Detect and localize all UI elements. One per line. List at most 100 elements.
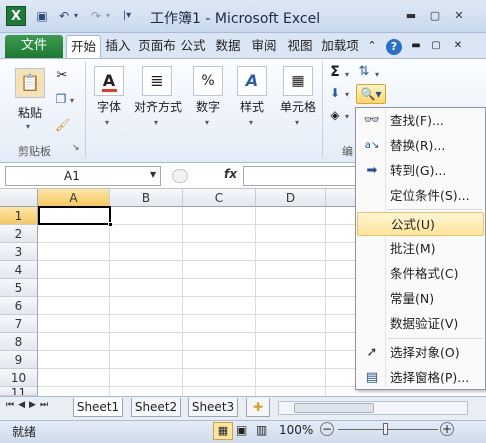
row-header-11[interactable]: 11 (0, 387, 38, 396)
name-box[interactable]: A1 (5, 166, 161, 186)
menu-item-conditional-formatting[interactable]: 条件格式(C) (357, 262, 484, 286)
sheet-nav-icons[interactable]: ⏮◀▶⏭ (6, 400, 52, 410)
menu-item-data-validation[interactable]: 数据验证(V) (357, 312, 484, 336)
row-header-10[interactable]: 10 (0, 369, 38, 387)
page-break-view-icon[interactable]: ▥ (256, 423, 267, 437)
column-header-d[interactable]: D (256, 189, 326, 207)
tab-formulas[interactable]: 公式 (178, 35, 208, 58)
close-icon[interactable]: ✕ (450, 8, 468, 24)
row-header-4[interactable]: 4 (0, 261, 38, 279)
menu-item-select-objects[interactable]: ➚ 选择对象(O) (357, 341, 484, 365)
fill-icon[interactable]: ⬇ (328, 86, 342, 100)
number-label[interactable]: 数字 (190, 98, 226, 115)
sheet-tab-2[interactable]: Sheet2 (131, 398, 181, 417)
align-icon[interactable]: ≣ (142, 66, 172, 96)
name-box-dropdown-icon[interactable]: ▼ (150, 170, 156, 179)
column-header-b[interactable]: B (110, 189, 183, 207)
copy-icon[interactable]: ❐ (54, 92, 68, 106)
autosum-caret-icon[interactable]: ▾ (345, 70, 349, 79)
select-all-corner[interactable] (0, 189, 38, 207)
font-caret-icon[interactable]: ▾ (105, 118, 109, 127)
menu-item-replace[interactable]: a↘ 替换(R)... (357, 134, 484, 158)
expand-icon[interactable] (172, 169, 188, 183)
paste-label[interactable]: 粘贴 (15, 104, 45, 121)
menu-item-constants[interactable]: 常量(N) (357, 287, 484, 311)
tab-data[interactable]: 数据 (213, 35, 243, 58)
paste-caret-icon[interactable]: ▾ (26, 122, 30, 131)
format-painter-icon[interactable]: 🖌 (55, 118, 70, 132)
redo-dropdown-icon[interactable]: ▾ (99, 7, 117, 25)
clipboard-launcher-icon[interactable]: ↘ (72, 143, 80, 153)
menu-item-formulas[interactable]: 公式(U) (357, 212, 484, 236)
row-header-1[interactable]: 1 (0, 207, 38, 225)
zoom-level[interactable]: 100% (279, 423, 313, 437)
column-header-a[interactable]: A (38, 189, 110, 207)
clear-caret-icon[interactable]: ▾ (345, 112, 349, 121)
paste-icon[interactable]: 📋 (15, 68, 45, 98)
row-header-2[interactable]: 2 (0, 225, 38, 243)
normal-view-icon[interactable]: ▦ (213, 422, 233, 440)
insert-function-icon[interactable]: fx (224, 167, 237, 181)
sheet-tab-3[interactable]: Sheet3 (188, 398, 238, 417)
window-minimize-icon[interactable]: ▬ (408, 35, 424, 58)
number-caret-icon[interactable]: ▾ (205, 118, 209, 127)
help-icon[interactable]: ? (384, 35, 404, 58)
zoom-slider[interactable] (338, 429, 438, 430)
menu-item-goto[interactable]: ➡ 转到(G)... (357, 159, 484, 183)
styles-caret-icon[interactable]: ▾ (249, 118, 253, 127)
row-header-8[interactable]: 8 (0, 333, 38, 351)
minimize-ribbon-icon[interactable]: ⌃ (365, 35, 379, 58)
tab-addins[interactable]: 加载项 (320, 35, 360, 58)
cells-caret-icon[interactable]: ▾ (295, 118, 299, 127)
cells-icon[interactable]: ▦ (283, 66, 313, 96)
undo-dropdown-icon[interactable]: ▾ (67, 7, 85, 25)
zoom-out-icon[interactable]: − (320, 422, 334, 436)
column-header-c[interactable]: C (183, 189, 256, 207)
customize-qat-icon[interactable]: |▾ (118, 7, 136, 25)
row-header-6[interactable]: 6 (0, 297, 38, 315)
sheet-tab-1[interactable]: Sheet1 (73, 398, 123, 417)
cells-label[interactable]: 单元格 (274, 98, 322, 115)
menu-item-find[interactable]: 👓 查找(F)... (357, 109, 484, 133)
tab-review[interactable]: 审阅 (249, 35, 279, 58)
tab-page-layout[interactable]: 页面布 (137, 35, 177, 58)
autosum-icon[interactable]: Σ (328, 64, 342, 80)
row-header-5[interactable]: 5 (0, 279, 38, 297)
zoom-slider-handle[interactable] (383, 423, 388, 435)
row-header-7[interactable]: 7 (0, 315, 38, 333)
minimize-icon[interactable]: ▬ (402, 8, 420, 24)
styles-icon[interactable]: A (237, 66, 267, 96)
tab-home[interactable]: 开始 (66, 35, 101, 58)
sort-caret-icon[interactable]: ▾ (375, 70, 379, 79)
tab-insert[interactable]: 插入 (103, 35, 133, 58)
menu-item-goto-special[interactable]: 定位条件(S)... (357, 184, 484, 208)
restore-icon[interactable]: ▢ (426, 8, 444, 24)
styles-label[interactable]: 样式 (233, 98, 271, 115)
font-label[interactable]: 字体 (90, 98, 128, 115)
font-icon[interactable]: A (94, 66, 124, 96)
window-restore-icon[interactable]: ▢ (428, 35, 444, 58)
fill-caret-icon[interactable]: ▾ (345, 90, 349, 99)
zoom-in-icon[interactable]: + (440, 422, 454, 436)
menu-item-comments[interactable]: 批注(M) (357, 237, 484, 261)
insert-sheet-icon[interactable]: ✚ (246, 398, 270, 417)
fill-handle[interactable] (108, 222, 113, 227)
excel-app-icon[interactable]: X (6, 6, 26, 26)
find-select-button[interactable]: 🔍▾ (356, 84, 386, 104)
page-layout-view-icon[interactable]: ▣ (236, 423, 247, 437)
percent-icon[interactable]: % (193, 66, 223, 96)
scrollbar-thumb[interactable] (294, 403, 374, 413)
align-label[interactable]: 对齐方式 (132, 98, 184, 115)
row-header-3[interactable]: 3 (0, 243, 38, 261)
cut-icon[interactable]: ✂ (55, 68, 69, 83)
align-caret-icon[interactable]: ▾ (154, 118, 158, 127)
copy-caret-icon[interactable]: ▾ (70, 96, 74, 105)
window-close-icon[interactable]: ✕ (450, 35, 466, 58)
sort-filter-icon[interactable]: ⇅ (355, 64, 373, 79)
active-cell-a1[interactable] (38, 206, 111, 225)
clear-icon[interactable]: ◈ (328, 108, 342, 122)
menu-item-selection-pane[interactable]: ▤ 选择窗格(P)... (357, 366, 484, 390)
tab-view[interactable]: 视图 (285, 35, 315, 58)
tab-file[interactable]: 文件 (5, 35, 63, 58)
save-icon[interactable]: ▣ (33, 7, 51, 25)
